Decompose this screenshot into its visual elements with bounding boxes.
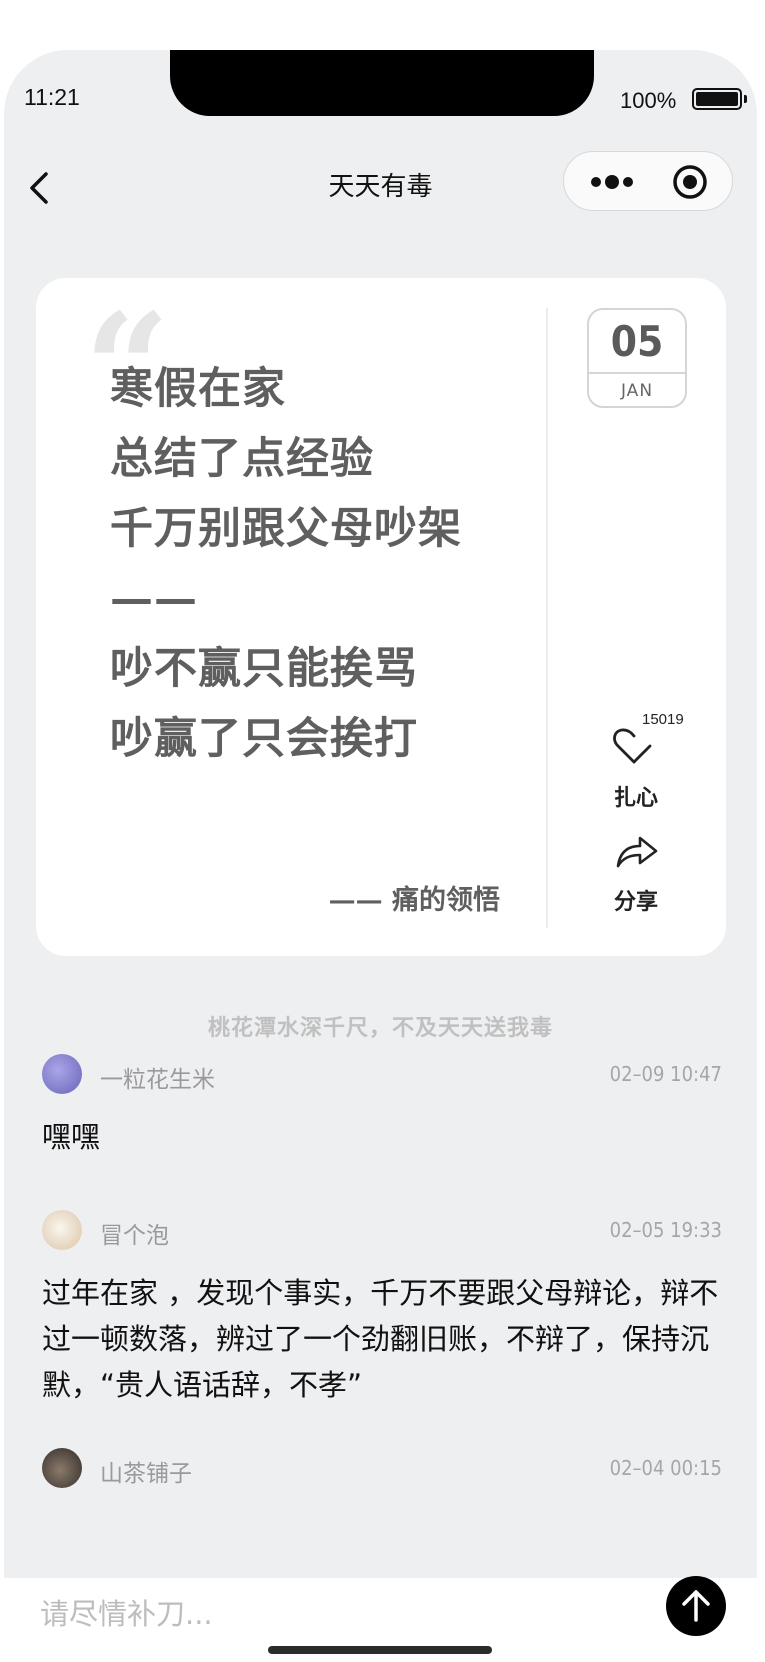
target-icon bbox=[673, 165, 707, 199]
phone-frame: 11:21 100% 天天有毒 “ 寒假在家 总结了点经验 千万别跟父母吵架 —… bbox=[4, 50, 757, 1662]
heart-icon bbox=[613, 728, 652, 764]
comment-time: 02–09 10:47 bbox=[609, 1062, 722, 1086]
notch bbox=[170, 50, 594, 116]
send-button[interactable] bbox=[666, 1576, 726, 1636]
share-label: 分享 bbox=[614, 889, 659, 915]
quote-text: 寒假在家 总结了点经验 千万别跟父母吵架 —— 吵不赢只能挨骂 吵赢了只会挨打 bbox=[110, 354, 510, 774]
comment-author[interactable]: 冒个泡 bbox=[100, 1216, 169, 1250]
quote-line: 总结了点经验 bbox=[110, 434, 374, 484]
status-time: 11:21 bbox=[24, 84, 80, 110]
quote-line: 吵赢了只会挨打 bbox=[110, 714, 418, 764]
more-button[interactable] bbox=[584, 167, 648, 197]
arrow-up-icon bbox=[682, 1590, 710, 1622]
comment-text: 嘿嘿 bbox=[42, 1120, 101, 1154]
quote-line: —— bbox=[110, 574, 198, 624]
more-dots-icon bbox=[591, 175, 633, 189]
avatar[interactable] bbox=[42, 1448, 82, 1488]
avatar[interactable] bbox=[42, 1210, 82, 1250]
battery-percent: 100% bbox=[620, 88, 677, 113]
quote-card: “ 寒假在家 总结了点经验 千万别跟父母吵架 —— 吵不赢只能挨骂 吵赢了只会挨… bbox=[36, 278, 726, 956]
home-indicator bbox=[268, 1646, 492, 1654]
divider bbox=[546, 308, 548, 928]
date-month: JAN bbox=[620, 381, 654, 401]
like-button[interactable] bbox=[612, 726, 692, 766]
share-arrow-icon bbox=[616, 836, 658, 868]
comment-time: 02–04 00:15 bbox=[609, 1456, 722, 1480]
share-button[interactable] bbox=[614, 832, 664, 872]
comment-input[interactable] bbox=[38, 1588, 542, 1640]
quote-line: 寒假在家 bbox=[110, 364, 286, 414]
quote-line: 千万别跟父母吵架 bbox=[110, 504, 462, 554]
quote-line: 吵不赢只能挨骂 bbox=[110, 644, 418, 694]
date-day: 05 bbox=[589, 310, 685, 374]
like-label: 扎心 bbox=[614, 785, 659, 811]
mini-program-capsule bbox=[563, 151, 733, 211]
quote-attribution: —— 痛的领悟 bbox=[328, 885, 500, 916]
comment-author[interactable]: 一粒花生米 bbox=[100, 1060, 215, 1094]
comment-text: 过年在家 ，发现个事实，千万不要跟父母辩论，辩不过一顿数落，辨过了一个劲翻旧账，… bbox=[42, 1276, 719, 1402]
close-miniprogram-button[interactable] bbox=[672, 164, 708, 200]
battery-icon bbox=[692, 88, 747, 110]
motto-text: 桃花潭水深千尺，不及天天送我毒 bbox=[207, 1015, 553, 1041]
comment-author[interactable]: 山茶铺子 bbox=[100, 1454, 192, 1488]
comment-time: 02–05 19:33 bbox=[609, 1218, 722, 1242]
like-count: 15019 bbox=[642, 711, 684, 728]
date-badge: 05 JAN bbox=[587, 308, 687, 408]
avatar[interactable] bbox=[42, 1054, 82, 1094]
